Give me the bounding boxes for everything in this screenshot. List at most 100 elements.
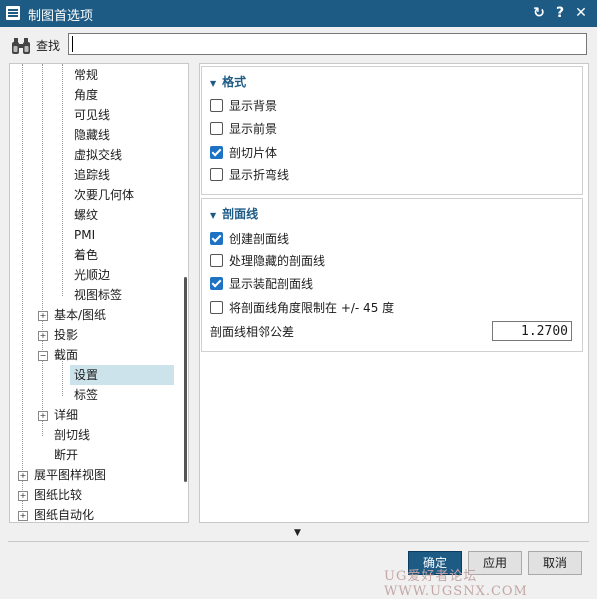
tree-item-label: 次要几何体 <box>74 188 135 202</box>
help-icon[interactable]: ? <box>551 3 569 23</box>
tree-item-break[interactable]: 断开 <box>54 445 78 465</box>
tree-item-label: 角度 <box>74 88 99 102</box>
expand-icon[interactable]: + <box>38 411 48 421</box>
more-options-arrow-icon[interactable]: ▼ <box>294 528 301 538</box>
tree-item-label: PMI <box>74 228 96 242</box>
checkbox-checked[interactable] <box>210 277 223 290</box>
tree-item-trace-lines[interactable]: 追踪线 <box>74 165 110 185</box>
tree-line <box>22 64 23 516</box>
option-label: 将剖面线角度限制在 +/- 45 度 <box>229 301 395 315</box>
checkbox[interactable] <box>210 122 223 135</box>
hatch-group: ▼ 剖面线 创建剖面线 处理隐藏的剖面线 显示装配剖面线 将剖面线角度限制在 +/… <box>201 198 583 352</box>
create-hatch-option[interactable]: 创建剖面线 <box>210 230 289 248</box>
tree-item-angle[interactable]: 角度 <box>74 85 98 105</box>
checkbox[interactable] <box>210 99 223 112</box>
format-group-header[interactable]: ▼ 格式 <box>210 73 246 90</box>
tree-item-label: 光顺边 <box>74 268 111 282</box>
tree-item-base-drawing[interactable]: 基本/图纸 <box>54 305 106 325</box>
tree-line <box>42 64 43 436</box>
hatch-group-title: 剖面线 <box>222 207 259 221</box>
tree-item-label: 隐藏线 <box>74 128 111 142</box>
collapse-icon[interactable]: − <box>38 351 48 361</box>
tree-item-general[interactable]: 常规 <box>74 65 98 85</box>
tree-item-label: 虚拟交线 <box>74 148 123 162</box>
tree-item-smooth-edges[interactable]: 光顺边 <box>74 265 110 285</box>
expand-icon[interactable]: + <box>38 331 48 341</box>
option-label: 处理隐藏的剖面线 <box>229 254 326 268</box>
window-title: 制图首选项 <box>28 9 94 24</box>
show-bend-lines-option[interactable]: 显示折弯线 <box>210 166 289 184</box>
tree-item-label: 视图标签 <box>74 288 123 302</box>
option-label: 显示背景 <box>229 99 278 113</box>
option-label: 剖切片体 <box>229 146 278 160</box>
reset-icon[interactable]: ↻ <box>530 3 548 23</box>
checkbox[interactable] <box>210 301 223 314</box>
tree-item-label: 图纸比较 <box>34 488 83 502</box>
checkbox[interactable] <box>210 168 223 181</box>
expand-icon[interactable]: + <box>18 511 28 521</box>
tree-item-drawing-compare[interactable]: 图纸比较 <box>34 485 82 505</box>
text-caret <box>72 36 73 52</box>
restrict-hatch-angle-option[interactable]: 将剖面线角度限制在 +/- 45 度 <box>210 299 394 317</box>
close-icon[interactable]: ✕ <box>572 3 590 23</box>
tree-item-pmi[interactable]: PMI <box>74 225 95 245</box>
tree-item-shading[interactable]: 着色 <box>74 245 98 265</box>
tree-item-section[interactable]: 截面 <box>54 345 78 365</box>
option-label: 显示前景 <box>229 122 278 136</box>
section-sheet-bodies-option[interactable]: 剖切片体 <box>210 144 277 162</box>
tolerance-input[interactable]: 1.2700 <box>492 321 572 341</box>
tree-item-virtual-intersection[interactable]: 虚拟交线 <box>74 145 122 165</box>
preferences-tree[interactable]: 常规 角度 可见线 隐藏线 虚拟交线 追踪线 次要几何体 螺纹 PMI 着色 光… <box>9 63 189 523</box>
tree-item-flat-pattern-view[interactable]: 展平图样视图 <box>34 465 106 485</box>
expand-icon[interactable]: + <box>38 311 48 321</box>
tree-item-label: 详细 <box>54 408 79 422</box>
app-icon <box>6 6 20 20</box>
show-assembly-hatch-option[interactable]: 显示装配剖面线 <box>210 275 313 293</box>
format-group: ▼ 格式 显示背景 显示前景 剖切片体 显示折弯线 <box>201 66 583 195</box>
expand-icon[interactable]: + <box>18 471 28 481</box>
checkbox-checked[interactable] <box>210 146 223 159</box>
tree-item-label: 标签 <box>74 388 99 402</box>
tree-line <box>62 64 63 296</box>
tree-item-view-label[interactable]: 视图标签 <box>74 285 122 305</box>
tree-item-section-line[interactable]: 剖切线 <box>54 425 90 445</box>
tree-item-label: 追踪线 <box>74 168 111 182</box>
search-label: 查找 <box>36 39 61 53</box>
title-bar: 制图首选项 ↻ ? ✕ <box>0 0 597 27</box>
expand-icon[interactable]: + <box>18 491 28 501</box>
scrollbar-thumb[interactable] <box>184 277 187 482</box>
hatch-group-header[interactable]: ▼ 剖面线 <box>210 205 258 222</box>
tree-item-tags[interactable]: 标签 <box>74 385 98 405</box>
tree-item-label: 图纸自动化 <box>34 508 95 522</box>
tree-item-threads[interactable]: 螺纹 <box>74 205 98 225</box>
checkbox[interactable] <box>210 254 223 267</box>
tree-item-label: 设置 <box>74 368 99 382</box>
tree-item-projection[interactable]: 投影 <box>54 325 78 345</box>
tree-item-label: 可见线 <box>74 108 111 122</box>
watermark: UG爱好者论坛 WWW.UGSNX.COM <box>384 569 528 599</box>
tree-item-drawing-automation[interactable]: 图纸自动化 <box>34 505 95 522</box>
collapse-triangle-icon: ▼ <box>210 211 217 220</box>
checkbox-checked[interactable] <box>210 232 223 245</box>
tolerance-label: 剖面线相邻公差 <box>210 325 295 339</box>
option-label: 显示折弯线 <box>229 168 290 182</box>
search-input[interactable] <box>68 33 587 55</box>
tree-item-label: 着色 <box>74 248 99 262</box>
option-label: 显示装配剖面线 <box>229 277 314 291</box>
tree-item-label: 截面 <box>54 348 79 362</box>
tree-item-detail[interactable]: 详细 <box>54 405 78 425</box>
format-group-title: 格式 <box>222 75 247 89</box>
show-background-option[interactable]: 显示背景 <box>210 97 277 115</box>
tree-item-hidden-lines[interactable]: 隐藏线 <box>74 125 110 145</box>
tree-item-label: 常规 <box>74 68 99 82</box>
tree-item-visible-lines[interactable]: 可见线 <box>74 105 110 125</box>
tree-item-label: 展平图样视图 <box>34 468 107 482</box>
show-foreground-option[interactable]: 显示前景 <box>210 120 277 138</box>
tree-item-label: 剖切线 <box>54 428 91 442</box>
tree-item-label: 投影 <box>54 328 79 342</box>
tree-item-settings[interactable]: 设置 <box>70 365 174 385</box>
tree-item-secondary-geometry[interactable]: 次要几何体 <box>74 185 134 205</box>
process-hidden-hatch-option[interactable]: 处理隐藏的剖面线 <box>210 252 325 270</box>
tree-scrollbar[interactable] <box>178 64 188 522</box>
collapse-triangle-icon: ▼ <box>210 79 217 88</box>
